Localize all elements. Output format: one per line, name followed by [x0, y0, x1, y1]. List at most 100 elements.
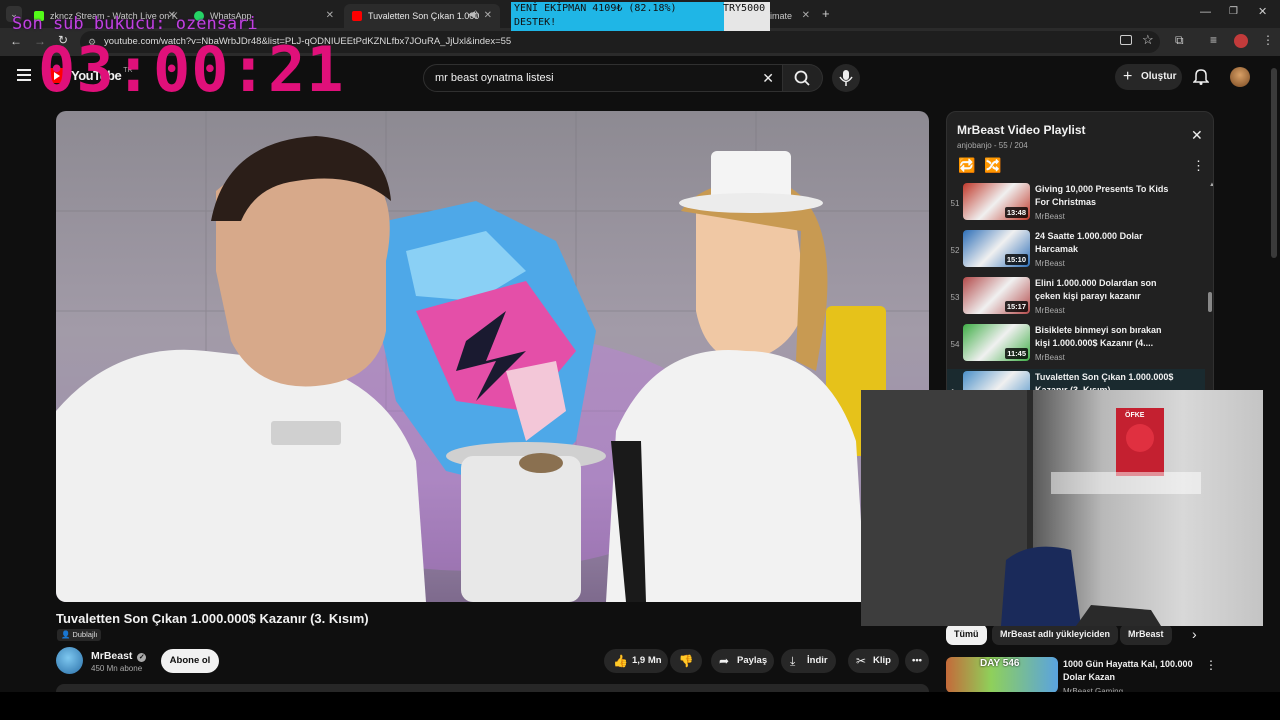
verified-icon: ✓ — [137, 653, 147, 662]
playlist-panel: MrBeast Video Playlist anjobanjo - 55 / … — [946, 111, 1214, 401]
like-count: 1,9 Mn — [632, 655, 662, 666]
share-icon: ➦ — [719, 654, 730, 668]
recommended-thumbnail[interactable]: DAY 546 — [946, 657, 1058, 693]
donation-goal-subtext: DESTEK! — [514, 17, 557, 28]
video-frame — [56, 111, 929, 602]
donation-goal-code: TRY5000 — [723, 3, 766, 14]
search-query: mr beast oynatma listesi — [435, 72, 554, 84]
tab-title: Tuvaletten Son Çıkan 1.000 — [368, 11, 480, 21]
playlist-item-index: 53 — [950, 293, 960, 302]
subscriber-count: 450 Mn abone — [91, 664, 143, 673]
duration-badge: 15:17 — [1004, 301, 1028, 312]
back-icon[interactable]: ← — [10, 34, 22, 48]
playlist-item-thumbnail: 15:17 — [963, 277, 1030, 314]
chip-all[interactable]: Tümü — [946, 624, 987, 645]
chevron-right-icon[interactable]: › — [1192, 626, 1197, 642]
new-tab-icon[interactable]: + — [822, 6, 830, 21]
recommended-title[interactable]: 1000 Gün Hayatta Kal, 100.000 Dolar Kaza… — [1063, 658, 1201, 684]
playlist-item-title: Bisiklete binmeyi son bırakan kişi 1.000… — [1035, 325, 1162, 348]
subscribe-button[interactable]: Abone ol — [161, 649, 219, 673]
poster-text: ÖFKE — [1125, 412, 1145, 419]
shuffle-icon[interactable]: 🔀 — [984, 157, 1001, 174]
plus-icon: + — [1123, 68, 1133, 85]
clip-button[interactable]: ✂ Klip — [848, 649, 899, 673]
close-playlist-icon[interactable]: ✕ — [1191, 127, 1203, 144]
playlist-item[interactable]: 53 15:17 Elini 1.000.000 Dolardan son çe… — [947, 275, 1205, 322]
notifications-button[interactable] — [1193, 67, 1209, 85]
playlist-item-thumbnail: 15:10 — [963, 230, 1030, 267]
share-label: Paylaş — [737, 655, 768, 666]
tab-groups-icon[interactable]: ≡ — [1210, 33, 1217, 47]
playlist-title[interactable]: MrBeast Video Playlist — [957, 123, 1086, 137]
search-icon — [794, 70, 810, 86]
playlist-item-thumbnail: 13:48 — [963, 183, 1030, 220]
search-input[interactable]: mr beast oynatma listesi ✕ — [423, 64, 783, 92]
webcam-frame — [861, 390, 1201, 626]
channel-avatar[interactable] — [56, 647, 83, 674]
playlist-menu-icon[interactable]: ⋮ — [1192, 158, 1205, 174]
playlist-item[interactable]: 52 15:10 24 Saatte 1.000.000 Dolar Harca… — [947, 228, 1205, 275]
dislike-button[interactable]: 👎 — [670, 649, 702, 673]
video-title: Tuvaletten Son Çıkan 1.000.000$ Kazanır … — [56, 611, 369, 626]
playlist-item-channel: MrBeast — [1035, 306, 1065, 315]
minimize-icon[interactable]: — — [1200, 6, 1211, 18]
tab-title: imate — [770, 11, 793, 21]
cast-icon[interactable] — [1120, 35, 1132, 45]
more-horizontal-icon: ••• — [912, 655, 922, 666]
donation-goal-overlay: YENİ EKİPMAN 4109₺ (82.18%) DESTEK! TRY5… — [511, 2, 770, 31]
playlist-item-index: 54 — [950, 340, 960, 349]
playlist-item[interactable]: 54 11:45 Bisiklete binmeyi son bırakan k… — [947, 322, 1205, 369]
browser-menu-icon[interactable]: ⋮ — [1262, 33, 1274, 47]
playlist-scrollbar[interactable] — [1208, 292, 1212, 312]
thumbs-up-icon: 👍 — [613, 654, 628, 668]
channel-name-text: MrBeast — [91, 650, 133, 662]
hamburger-menu-icon[interactable] — [17, 69, 31, 81]
donation-goal-text: YENİ EKİPMAN 4109₺ (82.18%) — [514, 3, 677, 14]
like-button[interactable]: 👍 1,9 Mn — [604, 649, 668, 673]
voice-search-button[interactable] — [832, 64, 860, 92]
playlist-item-channel: MrBeast — [1035, 353, 1065, 362]
playlist-item-channel: MrBeast — [1035, 259, 1065, 268]
playlist-item-thumbnail: 11:45 — [963, 324, 1030, 361]
speaker-icon[interactable]: ◀) — [468, 9, 478, 20]
description-box[interactable] — [56, 684, 929, 692]
bell-icon — [1193, 69, 1209, 85]
chip-mrbeast[interactable]: MrBeast — [1120, 624, 1172, 645]
duration-badge: 11:45 — [1005, 348, 1028, 359]
profile-avatar[interactable] — [1234, 34, 1248, 48]
clear-search-icon[interactable]: ✕ — [762, 65, 774, 91]
video-player[interactable] — [56, 111, 929, 602]
chip-from-uploader[interactable]: MrBeast adlı yükleyiciden — [992, 624, 1119, 645]
create-button[interactable]: + Oluştur — [1115, 64, 1182, 90]
close-tab-icon[interactable]: ✕ — [802, 10, 810, 21]
create-label: Oluştur — [1141, 71, 1177, 82]
search-button[interactable] — [783, 64, 823, 92]
playlist-item-title: Elini 1.000.000 Dolardan son çeken kişi … — [1035, 278, 1157, 301]
playlist-item-title: 24 Saatte 1.000.000 Dolar Harcamak — [1035, 231, 1143, 254]
download-button[interactable]: ⤓ İndir — [781, 649, 836, 673]
account-avatar[interactable] — [1230, 67, 1250, 87]
recommended-menu-icon[interactable]: ⋮ — [1205, 658, 1217, 672]
bookmark-star-icon[interactable]: ☆ — [1142, 32, 1154, 48]
stream-timer: 03:00:21 — [38, 33, 345, 106]
channel-name[interactable]: MrBeast ✓ — [91, 650, 147, 662]
microphone-icon — [839, 70, 853, 86]
playlist-item[interactable]: 51 13:48 Giving 10,000 Presents To Kids … — [947, 181, 1205, 228]
close-tab-icon[interactable]: ✕ — [326, 10, 334, 21]
thumbnail-text: DAY 546 — [980, 658, 1020, 669]
share-button[interactable]: ➦ Paylaş — [711, 649, 774, 673]
tab-youtube[interactable]: Tuvaletten Son Çıkan 1.000 ◀) ✕ — [344, 4, 500, 28]
close-window-icon[interactable]: ✕ — [1258, 5, 1267, 18]
scroll-up-arrow-icon[interactable]: ▲ — [1209, 182, 1213, 188]
thumbs-down-icon: 👎 — [678, 654, 694, 668]
loop-icon[interactable]: 🔁 — [958, 157, 975, 174]
extensions-icon[interactable]: ⧉ — [1175, 33, 1184, 48]
last-subscriber-overlay: Son sub bukucu: ozensari — [12, 14, 258, 34]
page-scrollbar[interactable] — [1271, 68, 1277, 258]
playlist-item-index: 51 — [950, 199, 960, 208]
scissors-icon: ✂ — [856, 654, 867, 668]
restore-icon[interactable]: ❐ — [1229, 6, 1238, 17]
tab-other[interactable]: imate ✕ — [770, 4, 818, 28]
more-actions-button[interactable]: ••• — [905, 649, 929, 673]
close-tab-icon[interactable]: ✕ — [484, 10, 492, 21]
